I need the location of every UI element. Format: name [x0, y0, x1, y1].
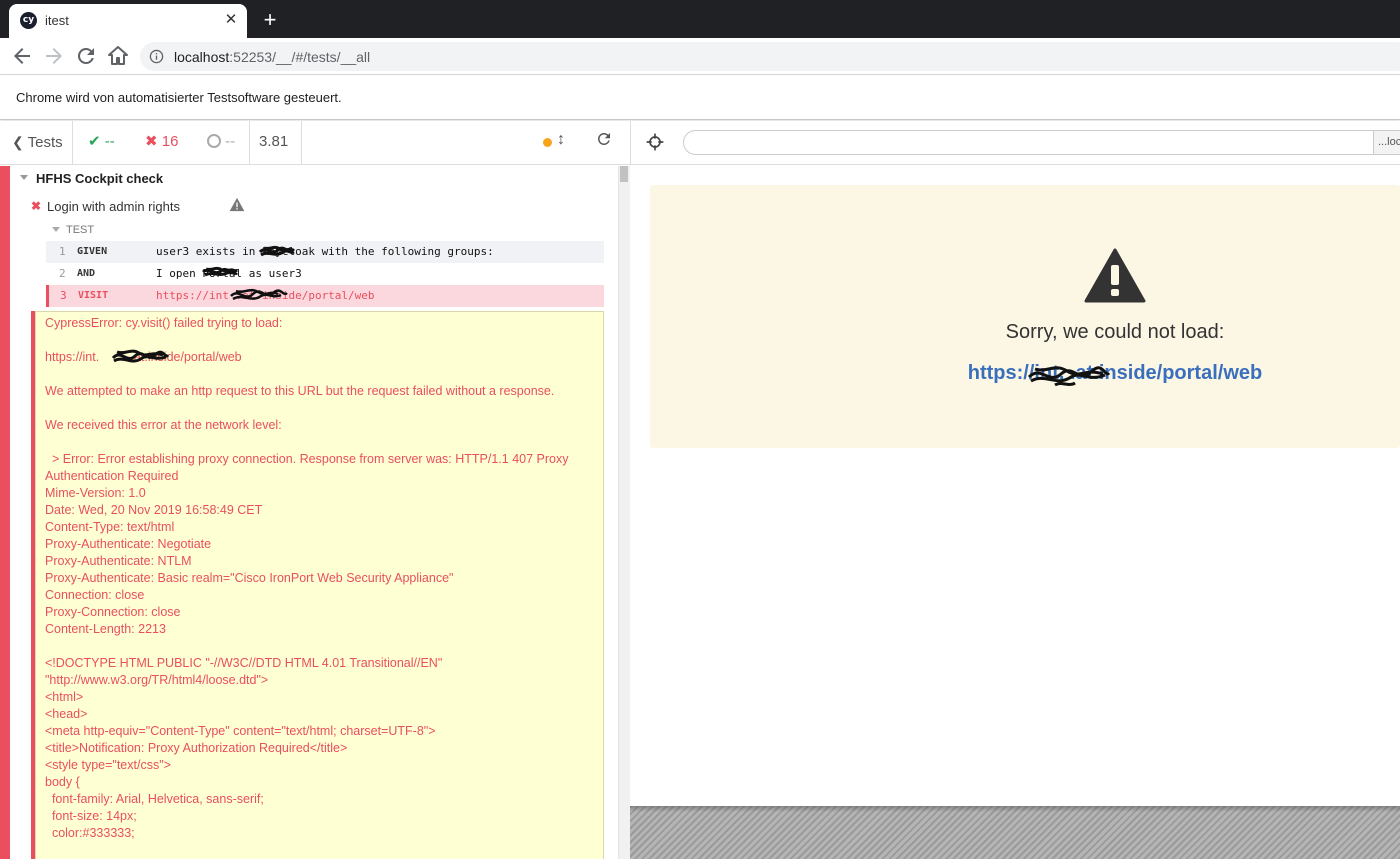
redaction-scribble — [258, 245, 296, 257]
new-tab-icon[interactable]: + — [258, 9, 282, 33]
caret-down-icon[interactable] — [20, 175, 28, 180]
browser-tab[interactable]: cy itest ✕ — [9, 4, 247, 38]
cypress-favicon-icon: cy — [20, 12, 37, 29]
redaction-scribble — [230, 288, 288, 301]
scrollbar-track[interactable] — [618, 166, 630, 859]
tab-close-icon[interactable]: ✕ — [221, 10, 241, 30]
scrollbar-thumb[interactable] — [620, 166, 628, 182]
warning-triangle-icon — [1084, 248, 1146, 303]
auto-scroll-indicator-icon — [543, 138, 552, 147]
redaction-scribble — [1027, 366, 1111, 387]
load-error-panel: Sorry, we could not load: https://int. .… — [650, 185, 1400, 448]
viewport-info[interactable]: ...loc — [1373, 130, 1400, 155]
failed-count: ✖ 16 — [145, 121, 178, 163]
aut-background — [630, 806, 1400, 859]
command-number: 2 — [59, 267, 66, 280]
aut-shadow — [630, 806, 1400, 812]
suite-title[interactable]: HFHS Cockpit check — [36, 171, 163, 186]
command-row-failed[interactable]: 3 VISIT https://int .at.inside/portal/we… — [46, 285, 604, 307]
error-message-box: CypressError: cy.visit() failed trying t… — [35, 311, 604, 859]
info-icon[interactable] — [149, 49, 164, 64]
browser-tab-strip: cy itest ✕ + — [0, 0, 1400, 38]
tests-label: Tests — [27, 134, 63, 151]
pending-value: -- — [225, 133, 236, 150]
crosshairs-icon[interactable] — [645, 132, 665, 152]
arrows-vertical-icon[interactable]: ↕ — [557, 131, 565, 149]
rerun-icon[interactable] — [595, 130, 613, 148]
command-number: 1 — [59, 245, 66, 258]
address-bar[interactable]: localhost:52253/__/#/tests/__all — [140, 42, 1400, 71]
command-name: AND — [77, 268, 96, 279]
home-icon[interactable] — [106, 44, 130, 68]
caret-down-icon[interactable] — [52, 227, 60, 232]
redaction-scribble — [202, 266, 239, 277]
check-icon: ✔ — [88, 133, 101, 150]
suite-fail-indicator — [0, 166, 10, 859]
passed-value: -- — [104, 133, 115, 150]
error-message: CypressError: cy.visit() failed trying t… — [45, 316, 569, 840]
url-host: localhost — [174, 49, 230, 65]
command-name: GIVEN — [77, 246, 108, 257]
warning-icon — [229, 197, 245, 212]
command-number: 3 — [60, 289, 67, 302]
cross-icon: ✖ — [145, 133, 158, 150]
aut-url-input[interactable] — [683, 130, 1383, 155]
circle-notch-icon — [207, 134, 221, 148]
stats: ✔ -- ✖ 16 -- — [73, 121, 250, 165]
automation-infobar: Chrome wird von automatisierter Testsoft… — [0, 75, 1400, 120]
forward-arrow-icon[interactable] — [42, 44, 66, 68]
chevron-left-icon: ❮ — [12, 134, 24, 150]
command-message: user3 exists in keycloak with the follow… — [156, 245, 494, 258]
redaction-scribble — [111, 349, 170, 363]
reload-icon[interactable] — [74, 44, 98, 68]
reporter-header: ❮ Tests ✔ -- ✖ 16 -- 3.81 — [0, 121, 630, 165]
browser-toolbar: localhost:52253/__/#/tests/__all — [0, 38, 1400, 75]
pending-count: -- — [207, 121, 235, 163]
failed-value: 16 — [161, 133, 179, 150]
test-title[interactable]: Login with admin rights — [47, 199, 180, 214]
failed-x-icon: ✖ — [31, 199, 42, 213]
load-error-text: Sorry, we could not load: — [1005, 321, 1225, 343]
command-row[interactable]: 2 AND I open Portal as user3 — [46, 263, 604, 285]
passed-count: ✔ -- — [88, 121, 115, 163]
infobar-text: Chrome wird von automatisierter Testsoft… — [16, 90, 342, 105]
url-path: :52253/__/#/tests/__all — [229, 49, 371, 65]
test-section-label: TEST — [66, 224, 95, 236]
back-arrow-icon[interactable] — [10, 44, 34, 68]
address-url: localhost:52253/__/#/tests/__all — [174, 49, 370, 65]
command-row[interactable]: 1 GIVEN user3 exists in keycloak with th… — [46, 241, 604, 263]
aut-header: ...loc — [630, 121, 1400, 165]
tests-button[interactable]: ❮ Tests — [0, 121, 73, 165]
command-name: VISIT — [78, 290, 109, 301]
tab-title: itest — [45, 13, 69, 28]
reporter-body: HFHS Cockpit check ✖ Login with admin ri… — [0, 166, 630, 859]
duration: 3.81 — [250, 121, 302, 165]
